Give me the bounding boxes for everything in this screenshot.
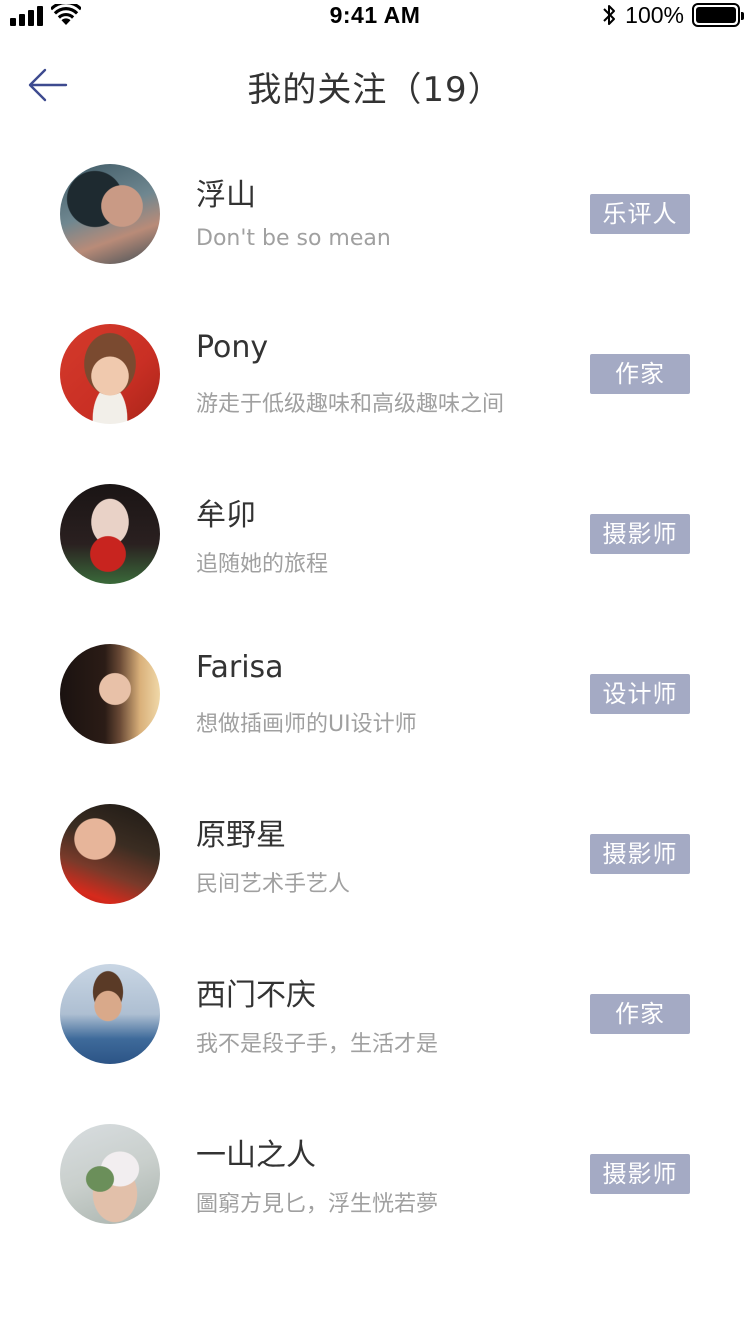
avatar[interactable] xyxy=(60,324,160,424)
user-name: 西门不庆 xyxy=(196,978,316,1013)
role-tag: 摄影师 xyxy=(590,1154,690,1194)
bluetooth-icon xyxy=(603,5,616,25)
avatar[interactable] xyxy=(60,164,160,264)
screen: 9:41 AM 100% 我的关注（19） 浮山 Don't be so mea… xyxy=(0,0,750,1334)
status-bar: 9:41 AM 100% xyxy=(0,0,750,40)
role-tag: 设计师 xyxy=(590,674,690,714)
list-item[interactable]: Pony 游走于低级趣味和高级趣味之间 作家 xyxy=(0,294,750,454)
list-item[interactable]: 西门不庆 我不是段子手，生活才是 作家 xyxy=(0,934,750,1094)
status-right: 100% xyxy=(601,1,744,28)
user-name: 浮山 xyxy=(196,178,256,213)
list-item[interactable]: Farisa 想做插画师的UI设计师 设计师 xyxy=(0,614,750,774)
role-tag: 摄影师 xyxy=(590,834,690,874)
list-item[interactable]: 一山之人 圖窮方見匕，浮生恍若夢 摄影师 xyxy=(0,1094,750,1254)
user-name: 一山之人 xyxy=(196,1138,316,1173)
user-bio: 想做插画师的UI设计师 xyxy=(196,712,417,737)
avatar[interactable] xyxy=(60,484,160,584)
user-bio: 民间艺术手艺人 xyxy=(196,872,351,897)
list-item[interactable]: 牟卯 追随她的旅程 摄影师 xyxy=(0,454,750,614)
avatar[interactable] xyxy=(60,964,160,1064)
avatar[interactable] xyxy=(60,1124,160,1224)
avatar[interactable] xyxy=(60,804,160,904)
role-tag: 作家 xyxy=(590,354,690,394)
user-bio: 追随她的旅程 xyxy=(196,552,329,577)
user-name: 原野星 xyxy=(196,818,286,853)
nav-bar: 我的关注（19） xyxy=(0,40,750,130)
user-name: Pony xyxy=(196,330,269,365)
role-tag: 摄影师 xyxy=(590,514,690,554)
user-bio: 游走于低级趣味和高级趣味之间 xyxy=(196,392,505,417)
user-bio: 我不是段子手，生活才是 xyxy=(196,1032,439,1057)
avatar[interactable] xyxy=(60,644,160,744)
user-name: 牟卯 xyxy=(196,498,256,533)
list-item[interactable]: 浮山 Don't be so mean 乐评人 xyxy=(0,134,750,294)
battery-percent: 100% xyxy=(625,1,684,28)
list-item[interactable]: 原野星 民间艺术手艺人 摄影师 xyxy=(0,774,750,934)
battery-icon xyxy=(692,3,744,27)
role-tag: 作家 xyxy=(590,994,690,1034)
page-title: 我的关注（19） xyxy=(247,70,503,110)
user-bio: Don't be so mean xyxy=(196,226,391,251)
following-list: 浮山 Don't be so mean 乐评人 Pony 游走于低级趣味和高级趣… xyxy=(0,134,750,1254)
role-tag: 乐评人 xyxy=(590,194,690,234)
user-name: Farisa xyxy=(196,650,284,685)
user-bio: 圖窮方見匕，浮生恍若夢 xyxy=(196,1192,439,1217)
